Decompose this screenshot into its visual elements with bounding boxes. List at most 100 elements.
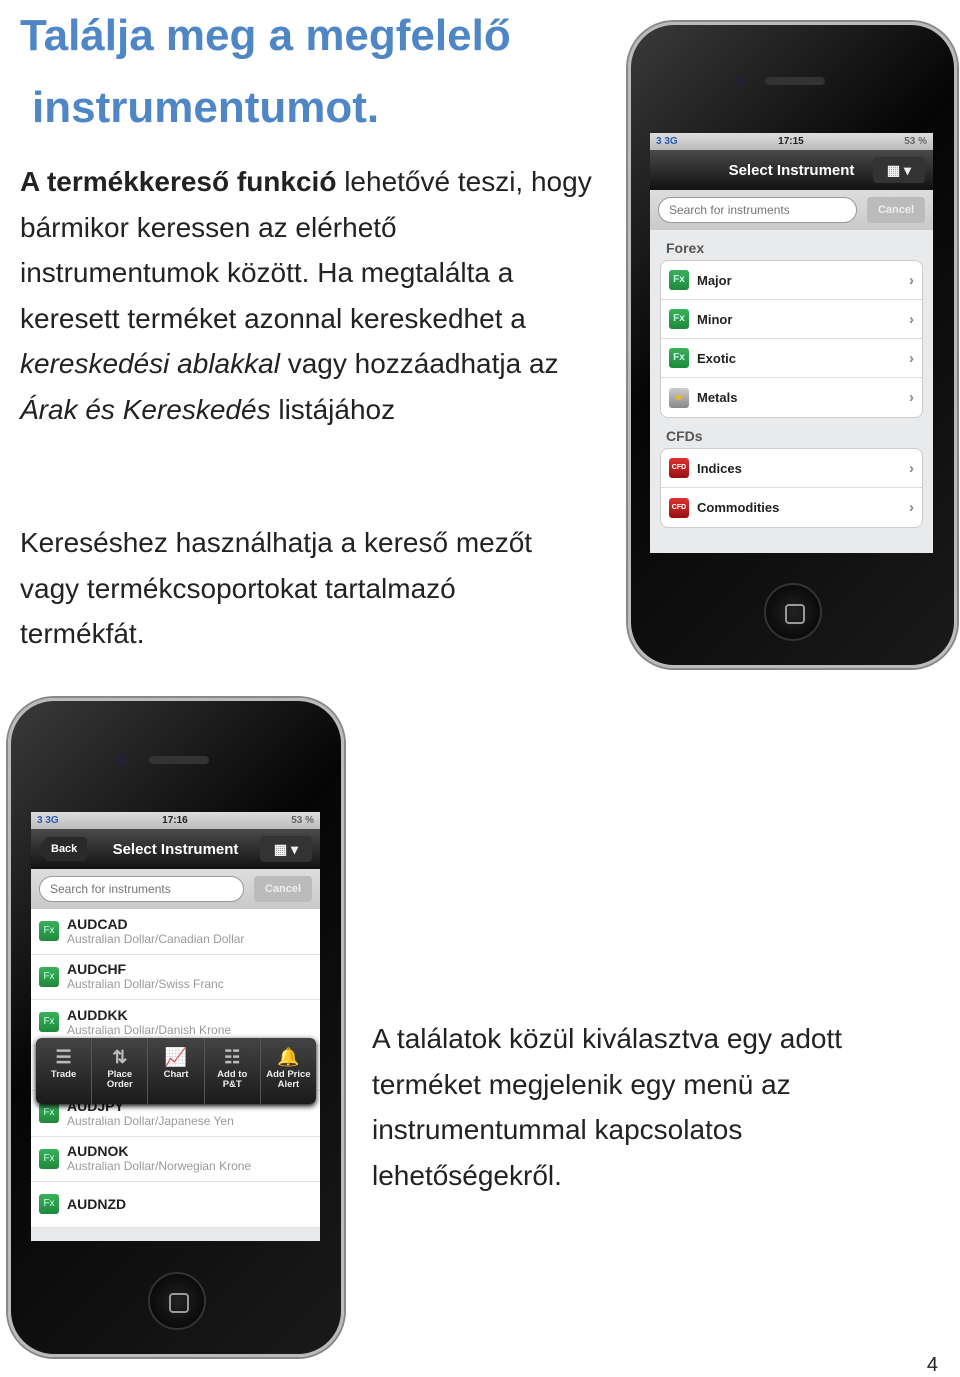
category-label: Exotic (697, 350, 737, 366)
page-heading: Találja meg a megfelelő instrumentumot. (20, 0, 511, 144)
section-header: CFDs (666, 428, 703, 444)
forex-icon: Fx (669, 348, 689, 368)
forex-icon: Fx (669, 309, 689, 329)
grid-icon: ▦ ▾ (886, 162, 912, 178)
speaker (149, 756, 209, 764)
metal-bar-icon: ▰ (669, 387, 689, 408)
instrument-name: Australian Dollar/Canadian Dollar (67, 931, 245, 946)
cancel-button[interactable]: Cancel (867, 197, 925, 223)
network: 3 3G (656, 136, 678, 147)
text: vagy hozzáadhatja az (279, 348, 559, 379)
home-button[interactable] (148, 1272, 206, 1330)
list-plus-icon: ☰ (55, 1047, 72, 1067)
instrument-row[interactable]: Fx AUDNZD (31, 1182, 320, 1228)
action-label: Chart (163, 1069, 189, 1080)
section-header: Forex (666, 240, 705, 256)
instrument-code: AUDCHF (67, 961, 127, 978)
phone-2: 3 3G 17:16 53 % Back Select Instrument ▦… (8, 698, 344, 1357)
instrument-code: AUDNOK (67, 1143, 129, 1160)
forex-icon: Fx (39, 921, 59, 942)
page-number: 4 (926, 1354, 938, 1376)
section-group: CFD Indices › CFD Commodities › (660, 448, 923, 528)
chevron-right-icon: › (909, 459, 914, 477)
action-label: Trade (50, 1069, 77, 1080)
chevron-right-icon: › (909, 389, 914, 406)
forex-icon: Fx (39, 1012, 59, 1033)
instrument-code: AUDDKK (67, 1006, 128, 1023)
search-paragraph: Kereséshez használhatja a kereső mezőt v… (20, 527, 533, 649)
search-input[interactable] (39, 876, 244, 902)
screen: 3 3G 17:16 53 % Back Select Instrument ▦… (31, 812, 320, 1241)
text: listájához (270, 393, 396, 425)
nav-bar: Select Instrument ▦ ▾ (650, 150, 933, 190)
bold-text: A termékkereső funkció (20, 166, 337, 197)
category-item[interactable]: Fx Minor › (661, 300, 922, 339)
forex-icon: Fx (39, 1103, 59, 1124)
instrument-name: Australian Dollar/Japanese Yen (67, 1113, 234, 1128)
menu-action-button[interactable]: ☰ Trade (36, 1038, 93, 1104)
chevron-right-icon: › (909, 271, 914, 289)
italic-text: Árak és Kereskedés (20, 393, 271, 425)
section-group: Fx Major › Fx Minor › Fx Exotic › ▰ Metals › (660, 260, 923, 418)
battery: 53 % (291, 815, 314, 826)
arrows-icon: ⇅ (112, 1047, 128, 1067)
chart-icon: 📈 (164, 1047, 188, 1067)
instrument-row[interactable]: Fx AUDNOK Australian Dollar/Norwegian Kron… (31, 1136, 320, 1182)
instrument-code: AUDCAD (67, 915, 128, 932)
category-label: Minor (697, 311, 733, 327)
instrument-name: Australian Dollar/Swiss Franc (67, 977, 224, 992)
category-label: Indices (697, 460, 742, 476)
cfd-icon: CFD (669, 458, 689, 478)
grid-menu-button[interactable]: ▦ ▾ (873, 157, 925, 183)
category-item[interactable]: ▰ Metals › (661, 378, 922, 417)
search-bar: Cancel (650, 190, 933, 230)
category-item[interactable]: Fx Exotic › (661, 339, 922, 378)
search-input[interactable] (658, 197, 857, 223)
nav-title: Select Instrument (112, 840, 239, 858)
chevron-right-icon: › (909, 499, 914, 516)
grid-icon: ▦ ▾ (273, 841, 299, 857)
category-label: Commodities (697, 500, 780, 515)
speaker (765, 77, 825, 85)
instrument-action-menu: ☰ Trade ⇅ Place Order 📈 Chart ☷ Add to P&T 🔔 Add Pr… (36, 1038, 316, 1104)
menu-action-button[interactable]: 🔔 Add Price Alert (261, 1038, 316, 1104)
grid-menu-button[interactable]: ▦ ▾ (260, 836, 312, 862)
instrument-name: Australian Dollar/Danish Krone (67, 1022, 232, 1037)
instrument-name: Australian Dollar/Norwegian Krone (67, 1159, 252, 1174)
category-item[interactable]: CFD Commodities › (661, 488, 922, 527)
category-item[interactable]: CFD Indices › (661, 449, 922, 488)
forex-icon: Fx (39, 966, 59, 987)
search-bar: Cancel (31, 869, 320, 909)
italic-text: kereskedési ablakkal (20, 348, 280, 379)
home-button[interactable] (764, 583, 822, 641)
forex-icon: Fx (39, 1194, 59, 1215)
menu-action-button[interactable]: ☷ Add to P&T (205, 1038, 261, 1104)
action-label: P&T (222, 1079, 242, 1090)
status-bar: 3 3G 17:16 53 % (31, 812, 320, 829)
action-label: Alert (277, 1079, 300, 1090)
action-label: Order (106, 1079, 133, 1090)
menu-action-button[interactable]: ⇅ Place Order (92, 1038, 149, 1104)
instrument-code: AUDNZD (67, 1195, 127, 1212)
instrument-row[interactable]: Fx AUDCAD Australian Dollar/Canadian Dolla… (31, 909, 320, 955)
screen: 3 3G 17:15 53 % Select Instrument ▦ ▾ Ca… (650, 133, 933, 553)
instrument-row[interactable]: Fx AUDCHF Australian Dollar/Swiss Franc (31, 954, 320, 1000)
time: 17:15 (778, 136, 804, 147)
time: 17:16 (162, 815, 188, 826)
category-label: Metals (697, 390, 738, 405)
menu-action-button[interactable]: 📈 Chart (148, 1038, 205, 1104)
results-paragraph: A találatok közül kiválasztva egy adott … (372, 1023, 843, 1191)
back-button[interactable]: Back (37, 837, 88, 861)
list-add-icon: ☷ (224, 1047, 241, 1067)
phone-1: 3 3G 17:15 53 % Select Instrument ▦ ▾ Ca… (628, 22, 957, 668)
camera (115, 753, 127, 765)
forex-icon: Fx (669, 270, 689, 290)
network: 3 3G (37, 815, 59, 826)
cancel-button[interactable]: Cancel (254, 876, 312, 902)
category-item[interactable]: Fx Major › (661, 261, 922, 300)
camera (733, 75, 745, 87)
cfd-icon: CFD (669, 497, 689, 518)
battery: 53 % (904, 136, 927, 147)
forex-icon: Fx (39, 1148, 59, 1169)
chevron-right-icon: › (909, 310, 914, 328)
